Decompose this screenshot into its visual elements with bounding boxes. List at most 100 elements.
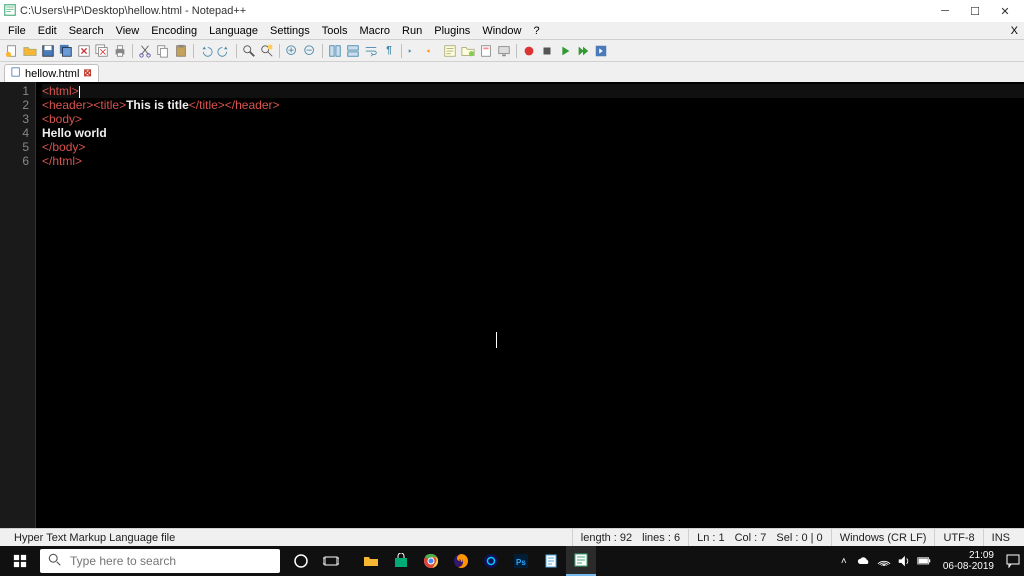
close-doc-button[interactable]: X xyxy=(1005,24,1022,38)
stop-macro-icon[interactable] xyxy=(539,43,555,59)
menu-window[interactable]: Window xyxy=(476,24,527,38)
notepad-icon[interactable] xyxy=(536,546,566,576)
menu-plugins[interactable]: Plugins xyxy=(428,24,476,38)
taskbar-clock[interactable]: 21:09 06-08-2019 xyxy=(937,550,1000,572)
file-explorer-icon[interactable] xyxy=(356,546,386,576)
menu-search[interactable]: Search xyxy=(63,24,110,38)
search-input[interactable] xyxy=(70,554,272,568)
line-number: 2 xyxy=(0,98,29,112)
close-all-icon[interactable] xyxy=(94,43,110,59)
menu-encoding[interactable]: Encoding xyxy=(145,24,203,38)
redo-icon[interactable] xyxy=(216,43,232,59)
status-sel: Sel : 0 | 0 xyxy=(776,532,822,544)
status-bar: Hyper Text Markup Language file length :… xyxy=(0,528,1024,546)
tray-chevron-icon[interactable]: ˄ xyxy=(837,554,851,568)
search-icon xyxy=(48,553,62,570)
status-eol[interactable]: Windows (CR LF) xyxy=(832,529,936,546)
toolbar: ¶ xyxy=(0,40,1024,62)
close-file-icon[interactable] xyxy=(76,43,92,59)
indent-icon[interactable] xyxy=(406,43,422,59)
new-file-icon[interactable] xyxy=(4,43,20,59)
code-line: Hello world xyxy=(42,126,1024,140)
record-macro-icon[interactable] xyxy=(521,43,537,59)
status-length: length : 92 xyxy=(581,532,632,544)
network-icon[interactable] xyxy=(877,554,891,568)
doc-map-icon[interactable] xyxy=(478,43,494,59)
tab-bar: hellow.html ⊠ xyxy=(0,62,1024,82)
notifications-icon[interactable] xyxy=(1006,554,1020,568)
menu-tools[interactable]: Tools xyxy=(316,24,354,38)
notepadpp-icon[interactable] xyxy=(566,546,596,576)
status-ln: Ln : 1 xyxy=(697,532,725,544)
wrap-icon[interactable] xyxy=(363,43,379,59)
save-all-icon[interactable] xyxy=(58,43,74,59)
sync-h-icon[interactable] xyxy=(345,43,361,59)
folder-workspace-icon[interactable] xyxy=(460,43,476,59)
taskview-icon[interactable] xyxy=(316,546,346,576)
find-icon[interactable] xyxy=(241,43,257,59)
outdent-icon[interactable] xyxy=(424,43,440,59)
status-mode[interactable]: INS xyxy=(984,529,1018,546)
save-macro-icon[interactable] xyxy=(593,43,609,59)
tab-close-icon[interactable]: ⊠ xyxy=(83,68,91,79)
chrome-icon[interactable] xyxy=(416,546,446,576)
play-multi-icon[interactable] xyxy=(575,43,591,59)
menu-file[interactable]: File xyxy=(2,24,32,38)
onedrive-icon[interactable] xyxy=(857,554,871,568)
taskbar-search[interactable] xyxy=(40,549,280,573)
status-filetype: Hyper Text Markup Language file xyxy=(6,529,573,546)
line-number: 4 xyxy=(0,126,29,140)
store-icon[interactable] xyxy=(386,546,416,576)
monitor-icon[interactable] xyxy=(496,43,512,59)
editor[interactable]: 1 2 3 4 5 6 <html> <header><title>This i… xyxy=(0,82,1024,528)
menu-language[interactable]: Language xyxy=(203,24,264,38)
line-number-gutter: 1 2 3 4 5 6 xyxy=(0,82,36,528)
volume-icon[interactable] xyxy=(897,554,911,568)
status-encoding[interactable]: UTF-8 xyxy=(935,529,983,546)
tab-hellow[interactable]: hellow.html ⊠ xyxy=(4,64,99,82)
open-file-icon[interactable] xyxy=(22,43,38,59)
minimize-button[interactable]: ─ xyxy=(930,1,960,21)
play-macro-icon[interactable] xyxy=(557,43,573,59)
menu-edit[interactable]: Edit xyxy=(32,24,63,38)
photoshop-icon[interactable]: Ps xyxy=(506,546,536,576)
zoom-in-icon[interactable] xyxy=(284,43,300,59)
menu-settings[interactable]: Settings xyxy=(264,24,316,38)
start-button[interactable] xyxy=(0,546,40,576)
groove-icon[interactable] xyxy=(476,546,506,576)
code-area[interactable]: <html> <header><title>This is title</tit… xyxy=(36,82,1024,528)
menu-bar: File Edit Search View Encoding Language … xyxy=(0,22,1024,40)
zoom-out-icon[interactable] xyxy=(302,43,318,59)
replace-icon[interactable] xyxy=(259,43,275,59)
sync-v-icon[interactable] xyxy=(327,43,343,59)
menu-help[interactable]: ? xyxy=(527,24,545,38)
menu-run[interactable]: Run xyxy=(396,24,428,38)
menu-view[interactable]: View xyxy=(110,24,146,38)
svg-text:Ps: Ps xyxy=(516,558,526,567)
code-line: <html> xyxy=(42,84,1024,98)
code-line: <body> xyxy=(42,112,1024,126)
tab-file-icon xyxy=(11,67,21,80)
maximize-button[interactable]: ☐ xyxy=(960,1,990,21)
cut-icon[interactable] xyxy=(137,43,153,59)
print-icon[interactable] xyxy=(112,43,128,59)
window-titlebar: C:\Users\HP\Desktop\hellow.html - Notepa… xyxy=(0,0,1024,22)
status-col: Col : 7 xyxy=(735,532,767,544)
code-line: </body> xyxy=(42,140,1024,154)
windows-taskbar: Ps ˄ 21:09 06-08-2019 xyxy=(0,546,1024,576)
code-line: </html> xyxy=(42,154,1024,168)
paste-icon[interactable] xyxy=(173,43,189,59)
func-list-icon[interactable] xyxy=(442,43,458,59)
copy-icon[interactable] xyxy=(155,43,171,59)
undo-icon[interactable] xyxy=(198,43,214,59)
battery-icon[interactable] xyxy=(917,554,931,568)
close-button[interactable]: ✕ xyxy=(990,1,1020,21)
firefox-icon[interactable] xyxy=(446,546,476,576)
save-icon[interactable] xyxy=(40,43,56,59)
tab-label: hellow.html xyxy=(25,68,79,80)
all-chars-icon[interactable]: ¶ xyxy=(381,43,397,59)
menu-macro[interactable]: Macro xyxy=(353,24,396,38)
text-cursor-icon xyxy=(496,332,497,348)
cortana-icon[interactable] xyxy=(286,546,316,576)
app-icon xyxy=(4,4,16,19)
